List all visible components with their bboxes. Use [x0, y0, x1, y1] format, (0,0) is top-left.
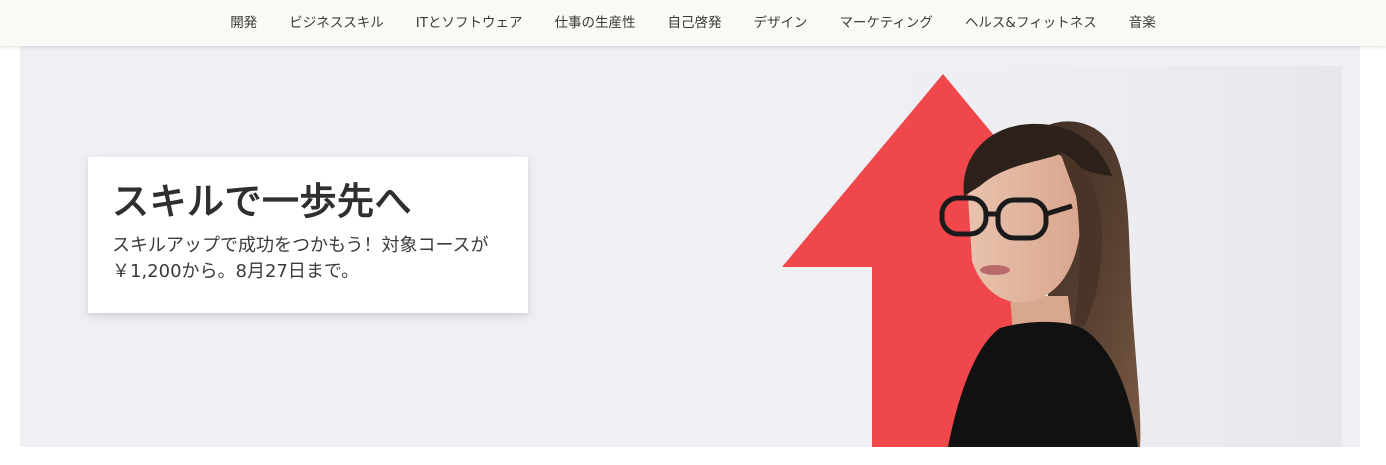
nav-item-personal-development[interactable]: 自己啓発 — [652, 0, 738, 46]
hero-banner: スキルで一歩先へ スキルアップで成功をつかもう！対象コースが￥1,200から。8… — [20, 46, 1360, 447]
nav-item-it-software[interactable]: ITとソフトウェア — [400, 0, 539, 46]
nav-item-music[interactable]: 音楽 — [1113, 0, 1172, 46]
nav-item-office-productivity[interactable]: 仕事の生産性 — [539, 0, 652, 46]
category-nav-list: 開発 ビジネススキル ITとソフトウェア 仕事の生産性 自己啓発 デザイン マー… — [0, 0, 1386, 46]
nav-item-business-skills[interactable]: ビジネススキル — [273, 0, 400, 46]
nav-item-design[interactable]: デザイン — [738, 0, 824, 46]
portrait-lips — [980, 265, 1010, 275]
nav-item-marketing[interactable]: マーケティング — [824, 0, 949, 46]
promo-description: スキルアップで成功をつかもう！対象コースが￥1,200から。8月27日まで。 — [112, 235, 489, 282]
nav-item-health-fitness[interactable]: ヘルス&フィットネス — [949, 0, 1113, 46]
nav-item-development[interactable]: 開発 — [214, 0, 273, 46]
category-nav: 開発 ビジネススキル ITとソフトウェア 仕事の生産性 自己啓発 デザイン マー… — [0, 0, 1386, 46]
promo-title: スキルで一歩先へ — [112, 180, 412, 223]
promo-card: スキルで一歩先へ スキルアップで成功をつかもう！対象コースが￥1,200から。8… — [88, 157, 528, 313]
